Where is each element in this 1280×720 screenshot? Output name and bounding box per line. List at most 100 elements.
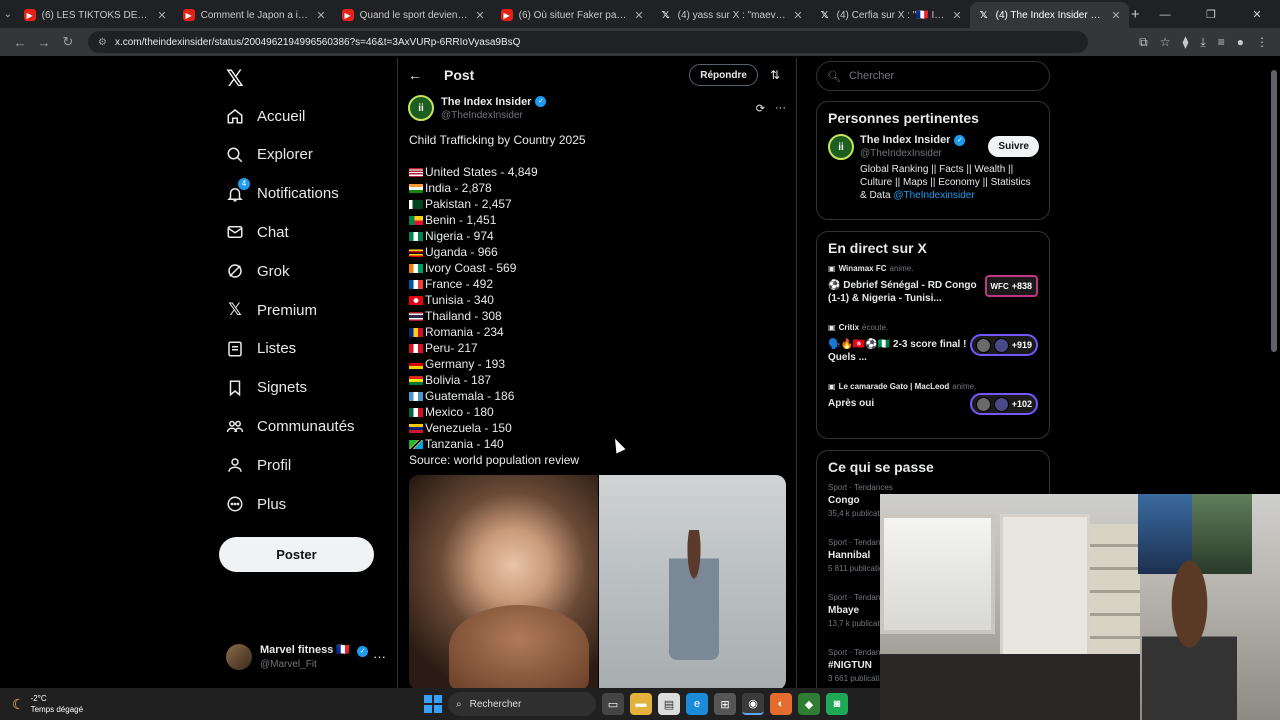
author-name[interactable]: The Index Insider ✓	[441, 96, 547, 108]
country-row-text: India - 2,878	[425, 181, 492, 195]
country-row-text: United States - 4,849	[425, 165, 538, 179]
url-field[interactable]: ⚙ x.com/theindexinsider/status/200496219…	[88, 31, 1088, 53]
nav-item-profil[interactable]: Profil	[226, 450, 291, 480]
firefox-icon[interactable]: ◐	[770, 693, 792, 715]
nav-item-listes[interactable]: Listes	[226, 334, 296, 364]
live-item[interactable]: ▣ Le camarade Gato | MacLeod anime. Après …	[817, 382, 1049, 441]
new-tab-button[interactable]: +	[1129, 2, 1142, 28]
bookmark-star-icon[interactable]: ☆	[1160, 35, 1171, 50]
bio-link[interactable]: @TheIndexinsider	[893, 190, 974, 201]
browser-tab[interactable]: 𝕏 (4) yass sur X : "maeva ghennan ✕	[652, 2, 811, 28]
nav-item-notifications[interactable]: 4 Notifications	[226, 177, 339, 209]
live-listeners-pill[interactable]: WFC +838	[984, 275, 1038, 297]
author-avatar[interactable]: ii	[408, 95, 434, 121]
close-tab-icon[interactable]: ✕	[157, 9, 166, 22]
more-icon[interactable]: ···	[775, 102, 786, 115]
relevant-person[interactable]: ii The Index Insider ✓ @TheIndexInsider S…	[817, 134, 1049, 210]
edge-icon[interactable]: e	[686, 693, 708, 715]
nav-item-grok[interactable]: Grok	[226, 256, 290, 286]
maximize-button[interactable]: ❐	[1188, 2, 1234, 28]
notepad-icon[interactable]: ▤	[658, 693, 680, 715]
windows-start-icon[interactable]	[424, 695, 442, 713]
nav-item-accueil[interactable]: Accueil	[226, 101, 305, 131]
live-listeners-pill[interactable]: +919	[969, 334, 1038, 356]
task-view-icon[interactable]: ▭	[602, 693, 624, 715]
close-tab-icon[interactable]: ✕	[475, 9, 484, 22]
app-icon[interactable]: ◆	[798, 693, 820, 715]
nav-item-explorer[interactable]: Explorer	[226, 140, 313, 170]
back-icon[interactable]: ←	[8, 35, 32, 50]
close-tab-icon[interactable]: ✕	[634, 9, 643, 22]
menu-icon[interactable]: ⋮	[1256, 35, 1268, 50]
person-name[interactable]: The Index Insider ✓	[860, 134, 966, 146]
browser-tab[interactable]: ▶ Quand le sport devient TOXIQU ✕	[334, 2, 493, 28]
x-logo-icon[interactable]: 𝕏	[226, 66, 244, 92]
listener-avatar	[975, 337, 991, 353]
scrollbar-thumb[interactable]	[1271, 70, 1277, 352]
trends-title: Ce qui se passe	[828, 459, 934, 475]
site-info-icon[interactable]: ⚙	[98, 37, 107, 48]
live-item[interactable]: ▣ Critix écoute. 🗣️🔥🇹🇳⚽🇳🇬 2-3 score final …	[817, 323, 1049, 382]
nav-item-plus[interactable]: Plus	[226, 489, 286, 519]
more-icon[interactable]: ···	[373, 649, 386, 664]
tab-title: (4) Cerfia sur X : "🇫🇷 INSOLITE |	[836, 9, 947, 21]
install-app-icon[interactable]: ⧉	[1139, 35, 1148, 50]
taskbar-search[interactable]: ⌕ Rechercher	[448, 692, 596, 716]
country-row-text: Romania - 234	[425, 325, 504, 339]
account-switcher[interactable]: Marvel fitness 🇫🇷 ✓ @Marvel_Fit ···	[226, 643, 386, 670]
person-handle[interactable]: @TheIndexInsider	[860, 148, 965, 159]
follow-button[interactable]: Suivre	[988, 136, 1039, 157]
listener-count: +838	[1011, 281, 1032, 291]
verified-icon: ✓	[535, 96, 547, 107]
downloads-icon[interactable]: ⤓	[1200, 35, 1205, 50]
flag-tn-icon	[409, 295, 423, 305]
search-input[interactable]: 🔍︎ Chercher	[816, 61, 1050, 91]
back-arrow-icon[interactable]: ←	[408, 67, 422, 83]
whatsapp-icon[interactable]: ◙	[826, 693, 848, 715]
youtube-icon: ▶	[500, 9, 513, 21]
browser-tab[interactable]: ▶ (6) LES TIKTOKS DES POLITIQUES ✕	[16, 2, 175, 28]
tab-search-button[interactable]: ⌄	[0, 0, 16, 28]
close-window-button[interactable]: ✕	[1234, 2, 1280, 28]
chrome-icon[interactable]: ◉	[742, 693, 764, 715]
browser-tab[interactable]: ▶ Comment le Japon a inventé l'a ✕	[175, 2, 334, 28]
live-item[interactable]: ▣ Winamax FC anime. ⚽ Debrief Sénégal - RD…	[817, 264, 1049, 323]
browser-tab[interactable]: 𝕏 (4) The Index Insider sur X : "Ch ✕	[969, 2, 1129, 28]
playlist-icon[interactable]: ≡	[1218, 35, 1225, 50]
close-tab-icon[interactable]: ✕	[316, 9, 325, 22]
nav-item-communauts[interactable]: Communautés	[226, 411, 355, 441]
live-listeners-pill[interactable]: +102	[969, 393, 1038, 415]
forward-icon[interactable]: →	[32, 35, 56, 50]
extensions-icon[interactable]: ⧫	[1182, 35, 1188, 50]
minimize-button[interactable]: —	[1142, 2, 1188, 28]
photo-child-covered-mouth[interactable]	[409, 475, 598, 688]
nav-item-signets[interactable]: Signets	[226, 373, 307, 403]
grok-icon[interactable]: ⟳	[756, 102, 765, 115]
author-avatar[interactable]: ii	[828, 134, 854, 160]
close-tab-icon[interactable]: ✕	[952, 9, 961, 22]
author-handle[interactable]: @TheIndexInsider	[441, 110, 546, 121]
country-row: India - 2,878	[409, 180, 787, 196]
post-button[interactable]: Poster	[219, 537, 374, 572]
filter-icon[interactable]: ⇅	[770, 68, 780, 82]
photo-girl-sitting[interactable]	[598, 475, 786, 688]
weather-widget[interactable]: ☾ -2°C Temps dégagé	[12, 693, 83, 715]
country-row: Venezuela - 150	[409, 420, 787, 436]
browser-tab[interactable]: 𝕏 (4) Cerfia sur X : "🇫🇷 INSOLITE | ✕	[811, 2, 970, 28]
close-tab-icon[interactable]: ✕	[1111, 9, 1120, 22]
post-media[interactable]	[409, 475, 786, 688]
nav-item-premium[interactable]: 𝕏 Premium	[226, 295, 317, 325]
reply-button[interactable]: Répondre	[689, 64, 758, 86]
x-logo-icon: 𝕏	[820, 9, 829, 21]
nav-item-chat[interactable]: Chat	[226, 217, 289, 247]
store-icon[interactable]: ⊞	[714, 693, 736, 715]
browser-tab[interactable]: ▶ (6) Où situer Faker parmi les lé ✕	[493, 2, 652, 28]
close-tab-icon[interactable]: ✕	[793, 9, 802, 22]
profile-icon[interactable]: ●	[1237, 35, 1244, 50]
flag-ug-icon	[409, 247, 423, 257]
nav-label: Profil	[257, 456, 292, 474]
file-explorer-icon[interactable]: ▬	[630, 693, 652, 715]
weather-temp: -2°C	[30, 694, 47, 703]
reload-icon[interactable]: ↻	[56, 34, 80, 50]
communities-icon	[226, 417, 244, 435]
